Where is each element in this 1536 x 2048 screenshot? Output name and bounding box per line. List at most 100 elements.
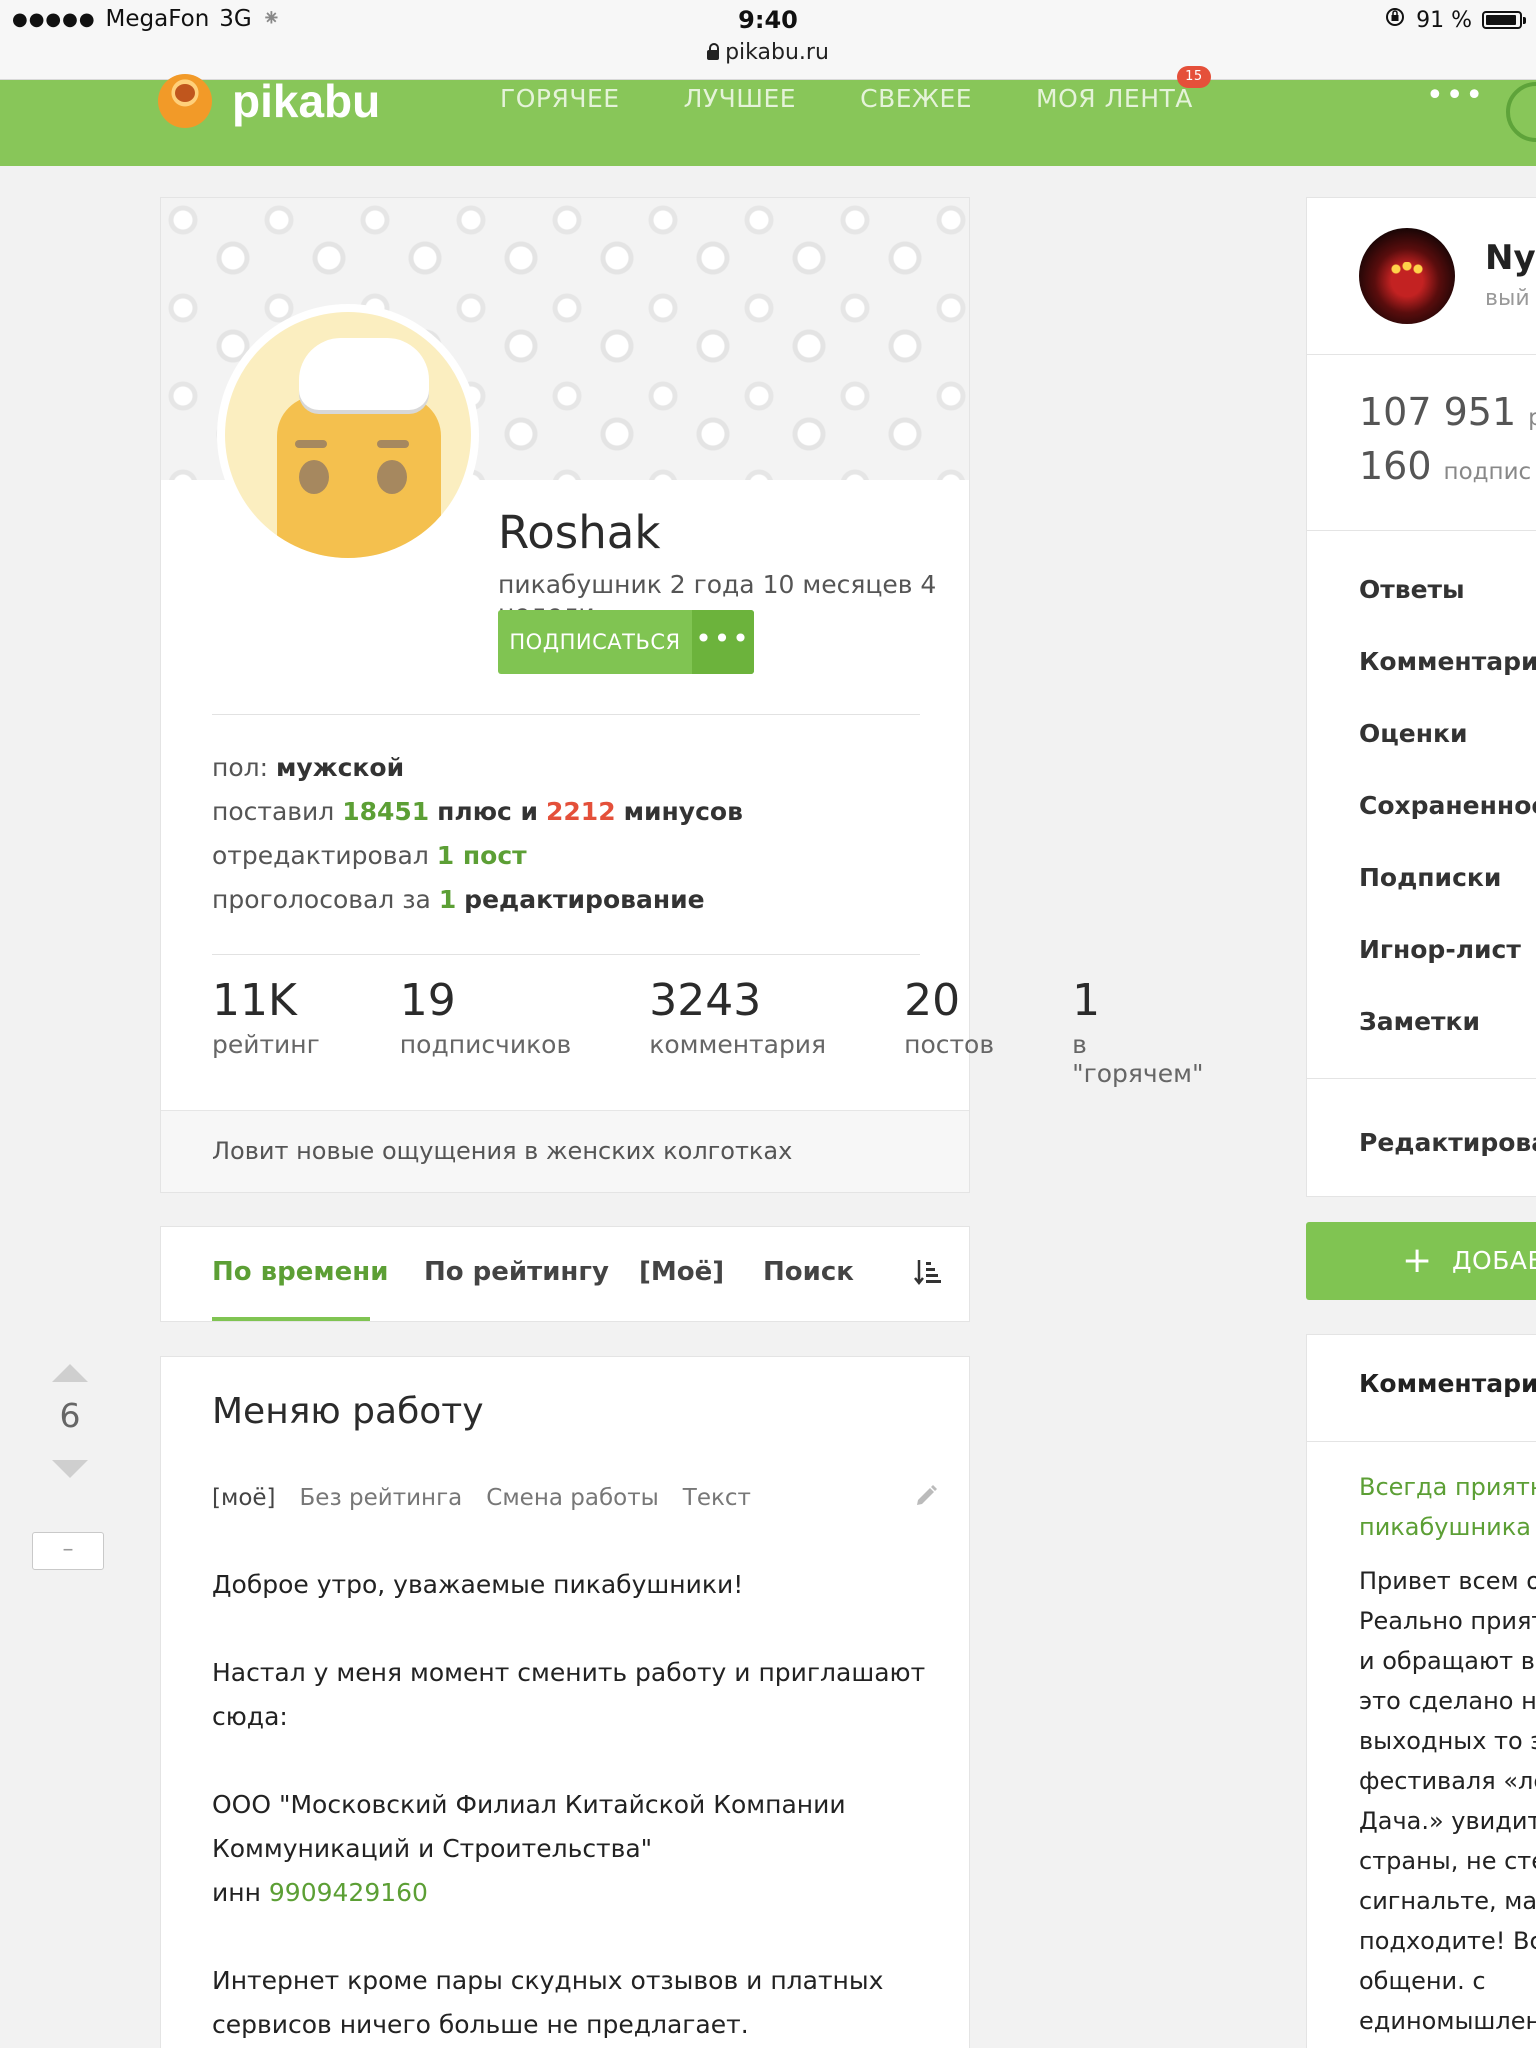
tag[interactable]: [моё]: [212, 1485, 276, 1511]
sidebar-subscribers: 160 подпис: [1359, 444, 1531, 488]
sidebar-item-subscriptions[interactable]: Подписки: [1359, 842, 1536, 914]
post-title[interactable]: Меняю работу: [212, 1391, 484, 1432]
divider: [212, 954, 920, 955]
sidebar-item-edits[interactable]: Редактирова: [1359, 1128, 1536, 1157]
divider: [1307, 1441, 1536, 1442]
battery-percent: 91 %: [1416, 7, 1472, 33]
profile-stats: 11K рейтинг 19 подписчиков 3243 комментария…: [212, 975, 1203, 1089]
tag[interactable]: Текст: [683, 1485, 751, 1511]
pikabu-logo-icon: [158, 74, 212, 128]
sidebar-item-notes[interactable]: Заметки: [1359, 986, 1536, 1058]
plus-count: 18451: [342, 797, 430, 826]
url-bar[interactable]: pikabu.ru: [0, 40, 1536, 65]
logo-text: pikabu: [232, 75, 381, 127]
stat-label: подписчиков: [399, 1030, 572, 1059]
tab-mine[interactable]: [Моё]: [639, 1257, 724, 1287]
nav-my-feed-label: МОЯ ЛЕНТА: [1036, 84, 1193, 113]
gender-value: мужской: [276, 753, 405, 782]
tab-by-time[interactable]: По времени: [212, 1257, 388, 1287]
edited-link[interactable]: 1 пост: [437, 841, 527, 870]
post-paragraph: Доброе утро, уважаемые пикабушники!: [212, 1570, 744, 1599]
sort-icon[interactable]: [913, 1257, 943, 1287]
site-logo[interactable]: pikabu: [158, 74, 380, 128]
post-paragraph: Интернет кроме пары скудных отзывов и пл…: [212, 1966, 884, 2039]
stat-comments[interactable]: 3243 комментария: [649, 976, 826, 1088]
stat-rating: 11K рейтинг: [212, 976, 320, 1088]
inn-label: инн: [212, 1878, 261, 1907]
profile-about: Ловит новые ощущения в женских колготках: [161, 1110, 969, 1192]
vote-down-icon[interactable]: [52, 1460, 88, 1478]
sidebar-user-name[interactable]: Nya: [1485, 238, 1536, 278]
vote-up-icon[interactable]: [52, 1364, 88, 1382]
nav-best[interactable]: ЛУЧШЕЕ: [684, 84, 797, 113]
stat-subscribers[interactable]: 19 подписчиков: [400, 976, 571, 1088]
nav-my-feed[interactable]: МОЯ ЛЕНТА 15: [1036, 66, 1211, 113]
stat-label: рейтинг: [212, 1030, 320, 1059]
sidebar-item-ratings[interactable]: Оценки: [1359, 698, 1536, 770]
comment-line: Дача.» увидите: [1359, 1807, 1536, 1835]
stat-label: комментария: [649, 1030, 827, 1059]
post-tabs: По времени По рейтингу [Моё] Поиск: [160, 1226, 970, 1322]
sidebar-logout-link[interactable]: вый: [1485, 286, 1530, 311]
post-paragraph: Настал у меня момент сменить работу и пр…: [212, 1658, 926, 1731]
avatar-image: [225, 312, 471, 558]
stat-value: 19: [399, 975, 456, 1026]
sidebar-rating-value: 107 951: [1359, 390, 1517, 434]
add-post-label: ДОБАВ: [1452, 1246, 1536, 1275]
add-post-button[interactable]: + ДОБАВ: [1306, 1222, 1536, 1300]
inn-link[interactable]: 9909429160: [269, 1878, 428, 1907]
comment-line: сигнальте, маш: [1359, 1887, 1536, 1915]
votes-row: поставил 18451 плюс и 2212 минусов: [212, 790, 743, 834]
comment-line: Привет всем о: [1359, 1567, 1536, 1595]
tag[interactable]: Без рейтинга: [300, 1485, 463, 1511]
post-body: Доброе утро, уважаемые пикабушники! Наст…: [212, 1563, 932, 2048]
stat-posts[interactable]: 20 постов: [904, 976, 994, 1088]
subscribe-button[interactable]: ПОДПИСАТЬСЯ: [498, 610, 692, 674]
comment-link-line: пикабушника і: [1359, 1513, 1536, 1541]
tab-search[interactable]: Поиск: [763, 1257, 854, 1287]
collapse-post-button[interactable]: –: [32, 1532, 104, 1570]
profile-more-button[interactable]: •••: [692, 610, 754, 674]
comment-link-line: Всегда приятно: [1359, 1473, 1536, 1501]
about-text: Ловит новые ощущения в женских колготках: [212, 1137, 793, 1165]
plus-text: плюс и: [437, 797, 539, 826]
sidebar-subs-label: подпис: [1443, 459, 1532, 485]
clock: 9:40: [738, 6, 798, 34]
battery-icon: [1482, 11, 1526, 29]
tab-by-rating[interactable]: По рейтингу: [424, 1257, 609, 1287]
divider: [1307, 530, 1536, 531]
header-more-icon[interactable]: •••: [1426, 78, 1485, 113]
lock-icon: [707, 43, 720, 60]
sidebar-menu: Ответы Комментарии Оценки Сохраненное По…: [1359, 554, 1536, 1058]
sidebar-item-comments[interactable]: Комментарии: [1359, 626, 1536, 698]
nav-hot[interactable]: ГОРЯЧЕЕ: [500, 84, 620, 113]
stat-value: 1: [1072, 975, 1101, 1026]
comment-line: подходите! Все: [1359, 1927, 1536, 1955]
post-card: Меняю работу [моё] Без рейтинга Смена ра…: [160, 1356, 970, 2048]
voted-row: проголосовал за 1 редактирование: [212, 878, 743, 922]
sidebar-item-saved[interactable]: Сохраненное: [1359, 770, 1536, 842]
voted-count: 1: [438, 885, 457, 914]
nav-fresh[interactable]: СВЕЖЕЕ: [860, 84, 972, 113]
profile-info: пол: мужской поставил 18451 плюс и 2212 …: [212, 746, 743, 922]
tag[interactable]: Смена работы: [486, 1485, 659, 1511]
minus-count: 2212: [546, 797, 616, 826]
gender-label: пол:: [212, 753, 269, 782]
post-tags: [моё] Без рейтинга Смена работы Текст: [212, 1485, 751, 1511]
status-bar: ●●●●● MegaFon 3G ⁕ 9:40 91 % pikabu.ru: [0, 0, 1536, 80]
active-tab-indicator: [212, 1317, 370, 1321]
sidebar-item-ignore-list[interactable]: Игнор-лист: [1359, 914, 1536, 986]
header-search-icon[interactable]: [1506, 82, 1536, 142]
subscribe-button-group: ПОДПИСАТЬСЯ •••: [498, 610, 754, 674]
sidebar-avatar[interactable]: [1359, 228, 1455, 324]
comment-line: и обращают вн: [1359, 1647, 1536, 1675]
comment-line: Реально прият: [1359, 1607, 1536, 1635]
stat-value: 11K: [212, 975, 297, 1026]
edit-pencil-icon[interactable]: [913, 1483, 939, 1509]
sidebar-comment-link[interactable]: Всегда приятно пикабушника і: [1359, 1467, 1536, 1547]
sidebar-subs-value: 160: [1359, 444, 1432, 488]
minus-text: минусов: [623, 797, 743, 826]
profile-name: Roshak: [498, 506, 661, 559]
sidebar-item-answers[interactable]: Ответы: [1359, 554, 1536, 626]
stat-hot[interactable]: 1в "горячем": [1072, 975, 1203, 1089]
